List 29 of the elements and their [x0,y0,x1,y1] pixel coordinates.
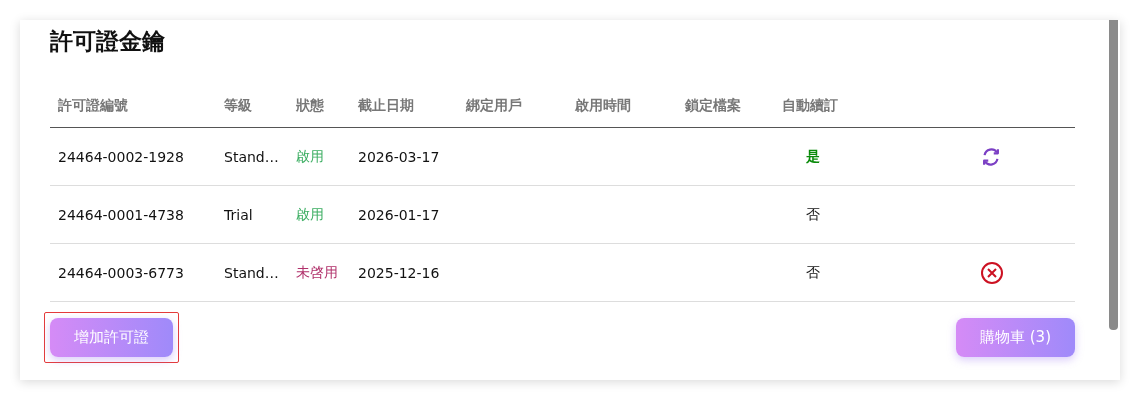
auto-renew-value: 否 [806,205,820,224]
status-text: 啟用 [295,147,325,166]
status-text: 啟用 [295,205,325,224]
column-header: 狀態 [295,96,325,115]
tier-cell-text: Stand… [223,148,280,165]
expiry-date: 2026-01-17 [357,206,441,223]
column-header: 許可證編號 [57,96,129,115]
license-number: 24464-0003-6773 [57,264,185,281]
column-header: 啟用時間 [574,96,632,115]
cart-button[interactable]: 購物車 (3) [956,318,1075,357]
auto-renew-value: 否 [806,263,820,282]
add-license-button[interactable]: 增加許可證 [50,318,173,357]
column-header: 等級 [223,96,253,115]
license-number: 24464-0001-4738 [57,206,185,223]
auto-renew-value: 是 [806,147,820,166]
column-header: 截止日期 [357,96,415,115]
scrollbar[interactable] [1109,20,1118,330]
column-header: 鎖定檔案 [684,96,742,115]
expiry-date: 2026-03-17 [357,148,441,165]
refresh-icon[interactable] [980,145,1002,168]
cancel-icon[interactable] [980,260,1004,285]
tier-cell-text: Trial [223,206,254,223]
column-header: 綁定用戶 [464,96,523,115]
page-title: 許可證金鑰 [50,27,166,56]
tier-cell-text: Stand… [223,264,280,281]
column-header: 自動續訂 [781,96,839,115]
status-text: 未啓用 [295,263,339,282]
expiry-date: 2025-12-16 [357,264,441,281]
license-number: 24464-0002-1928 [57,148,185,165]
